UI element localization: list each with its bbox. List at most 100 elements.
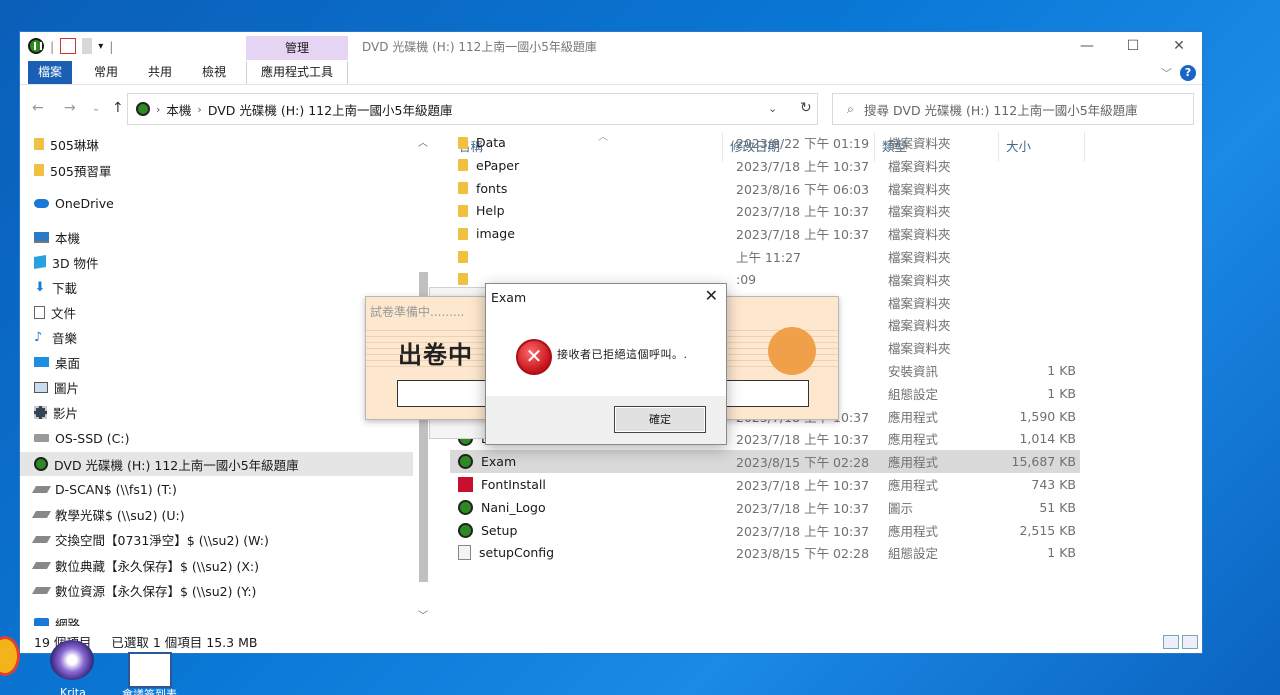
network-drive-icon bbox=[31, 586, 52, 594]
search-placeholder: 搜尋 DVD 光碟機 (H:) 112上南一國小5年級題庫 bbox=[864, 102, 1138, 118]
quick-access-toolbar: | ▾ | bbox=[28, 38, 113, 54]
chrome-icon[interactable] bbox=[0, 636, 20, 676]
hourglass-icon bbox=[768, 327, 816, 375]
file-row[interactable]: image 2023/7/18 上午 10:37 檔案資料夾 bbox=[450, 222, 1080, 245]
refresh-icon[interactable]: ↻ bbox=[800, 100, 812, 116]
tab-view[interactable]: 檢視 bbox=[192, 61, 236, 84]
properties-icon[interactable] bbox=[60, 38, 77, 54]
document-icon bbox=[34, 305, 45, 319]
file-size: 1,014 KB bbox=[1019, 431, 1076, 447]
file-size: 15,687 KB bbox=[1011, 454, 1076, 470]
desktop-label-signin[interactable]: 會議簽到表 bbox=[122, 686, 177, 695]
desktop-label-krita[interactable]: Krita bbox=[60, 686, 86, 695]
scroll-down-icon[interactable]: ﹀ bbox=[418, 607, 428, 622]
nav-item[interactable]: 數位資源【永久保存】$ (\\su2) (Y:) bbox=[31, 578, 414, 602]
nav-item-label: OneDrive bbox=[55, 195, 114, 211]
nav-item[interactable]: ⬇ 下載 bbox=[34, 275, 414, 299]
customize-qat-icon[interactable]: ▾ bbox=[98, 41, 103, 52]
nav-item[interactable]: D-SCAN$ (\\fs1) (T:) bbox=[31, 477, 414, 501]
back-icon[interactable]: ← bbox=[32, 100, 44, 116]
nav-item[interactable]: 桌面 bbox=[34, 350, 414, 374]
tab-share[interactable]: 共用 bbox=[138, 61, 182, 84]
close-button[interactable]: ✕ bbox=[1156, 32, 1202, 60]
tab-file[interactable]: 檔案 bbox=[28, 61, 72, 84]
breadcrumb-pc[interactable]: 本機 bbox=[166, 100, 191, 119]
file-date: 2023/7/18 上午 10:37 bbox=[736, 523, 870, 539]
file-row[interactable]: ePaper 2023/7/18 上午 10:37 檔案資料夾 bbox=[450, 154, 1080, 177]
file-size: 1 KB bbox=[1047, 363, 1076, 378]
file-size: 2,515 KB bbox=[1019, 522, 1076, 538]
details-view-icon[interactable] bbox=[1163, 635, 1179, 649]
nav-item[interactable]: 教學光碟$ (\\su2) (U:) bbox=[31, 502, 414, 526]
folder-icon bbox=[458, 250, 468, 263]
app-icon bbox=[28, 38, 44, 54]
nav-item[interactable]: 圖片 bbox=[34, 375, 414, 399]
file-row[interactable]: Nani_Logo 2023/7/18 上午 10:37 圖示 51 KB bbox=[450, 496, 1080, 519]
expand-ribbon-icon[interactable]: ﹀ bbox=[1161, 65, 1172, 81]
file-type: 圖示 bbox=[888, 500, 914, 516]
tab-app-tools[interactable]: 應用程式工具 bbox=[246, 61, 348, 84]
folder-icon bbox=[458, 136, 468, 149]
nav-item[interactable]: 本機 bbox=[34, 225, 414, 249]
nav-item[interactable]: DVD 光碟機 (H:) 112上南一國小5年級題庫 bbox=[20, 452, 413, 476]
file-row[interactable]: fonts 2023/8/16 下午 06:03 檔案資料夾 bbox=[450, 177, 1080, 200]
folder-icon bbox=[34, 138, 44, 150]
file-row[interactable]: 上午 11:27 檔案資料夾 bbox=[450, 245, 1080, 268]
nav-item[interactable]: 文件 bbox=[34, 300, 414, 324]
tab-home[interactable]: 常用 bbox=[84, 61, 128, 84]
nav-item[interactable]: 交換空間【0731淨空】$ (\\su2) (W:) bbox=[31, 527, 414, 551]
nav-item[interactable]: 505琳琳 bbox=[34, 132, 414, 156]
address-row: ← → ⌄ ↑ › 本機 › DVD 光碟機 (H:) 112上南一國小5年級題… bbox=[20, 92, 1202, 126]
file-type: 檔案資料夾 bbox=[888, 136, 951, 151]
address-bar[interactable]: › 本機 › DVD 光碟機 (H:) 112上南一國小5年級題庫 bbox=[127, 93, 818, 125]
nav-item[interactable]: 3D 物件 bbox=[34, 250, 414, 274]
large-icons-view-icon[interactable] bbox=[1182, 635, 1198, 649]
file-name: setupConfig bbox=[479, 545, 555, 561]
nav-item[interactable]: 網路 bbox=[34, 611, 414, 626]
file-date: :09 bbox=[736, 271, 757, 287]
file-type: 檔案資料夾 bbox=[888, 250, 951, 265]
file-row[interactable]: Setup 2023/7/18 上午 10:37 應用程式 2,515 KB bbox=[450, 519, 1080, 542]
nav-item[interactable]: OS-SSD (C:) bbox=[34, 426, 414, 450]
file-date: 2023/7/18 上午 10:37 bbox=[736, 204, 870, 220]
new-folder-icon[interactable] bbox=[82, 38, 93, 54]
nav-item-label: 圖片 bbox=[54, 380, 80, 396]
file-row[interactable]: Help 2023/7/18 上午 10:37 檔案資料夾 bbox=[450, 199, 1080, 222]
up-icon[interactable]: ↑ bbox=[112, 100, 124, 116]
tab-manage[interactable]: 管理 bbox=[246, 36, 348, 60]
pc-icon bbox=[34, 231, 49, 243]
videos-icon bbox=[34, 405, 47, 419]
recent-locations-icon[interactable]: ⌄ bbox=[92, 103, 100, 114]
cube-icon bbox=[34, 254, 46, 270]
file-type: 檔案資料夾 bbox=[888, 272, 951, 288]
breadcrumb-dvd[interactable]: DVD 光碟機 (H:) 112上南一國小5年級題庫 bbox=[208, 100, 453, 119]
nav-item[interactable]: OneDrive bbox=[34, 191, 414, 215]
maximize-button[interactable]: ☐ bbox=[1110, 32, 1156, 60]
file-size: 1,590 KB bbox=[1019, 408, 1076, 424]
forward-icon[interactable]: → bbox=[64, 100, 76, 116]
search-box[interactable]: ⌕ 搜尋 DVD 光碟機 (H:) 112上南一國小5年級題庫 bbox=[832, 93, 1194, 125]
window-title: DVD 光碟機 (H:) 112上南一國小5年級題庫 bbox=[362, 40, 597, 54]
file-row[interactable]: setupConfig 2023/8/15 下午 02:28 組態設定 1 KB bbox=[450, 541, 1080, 564]
help-icon[interactable]: ? bbox=[1180, 65, 1196, 81]
word-doc-icon[interactable] bbox=[128, 652, 172, 688]
file-date: 2023/7/18 上午 10:37 bbox=[736, 500, 870, 516]
font-install-icon bbox=[458, 477, 473, 492]
file-type: 安裝資訊 bbox=[888, 364, 939, 379]
nav-item[interactable]: 影片 bbox=[34, 400, 414, 424]
nav-item[interactable]: 505預習單 bbox=[34, 158, 414, 182]
file-size: 743 KB bbox=[1031, 477, 1076, 492]
minimize-button[interactable]: — bbox=[1064, 32, 1110, 60]
file-row[interactable]: Data 2023/8/22 下午 01:19 檔案資料夾 bbox=[450, 131, 1080, 154]
nav-item[interactable]: 數位典藏【永久保存】$ (\\su2) (X:) bbox=[31, 553, 414, 577]
dialog-close-icon[interactable]: ✕ bbox=[705, 286, 718, 305]
krita-icon[interactable] bbox=[50, 640, 94, 680]
file-row[interactable]: FontInstall 2023/7/18 上午 10:37 應用程式 743 KB bbox=[450, 473, 1080, 496]
nav-item-label: 桌面 bbox=[55, 355, 81, 371]
file-size: 51 KB bbox=[1039, 499, 1076, 515]
file-name: Data bbox=[476, 135, 506, 150]
file-row[interactable]: Exam 2023/8/15 下午 02:28 應用程式 15,687 KB bbox=[450, 450, 1080, 474]
scroll-up-icon[interactable]: ︿ bbox=[418, 134, 428, 149]
nav-item[interactable]: ♪ 音樂 bbox=[34, 325, 414, 349]
ok-button[interactable]: 確定 bbox=[614, 406, 706, 433]
